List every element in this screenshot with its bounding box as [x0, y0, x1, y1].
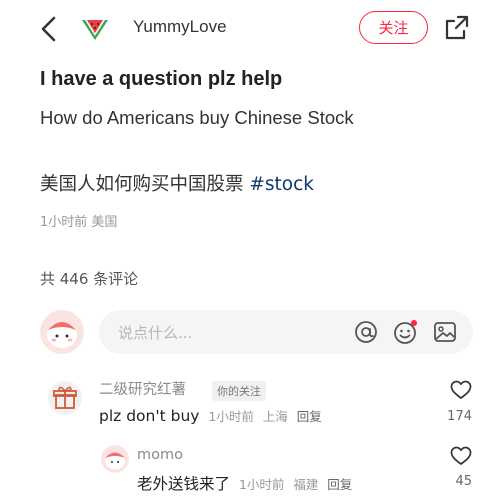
post-body-line-chinese: 美国人如何购买中国股票 #stock [40, 170, 314, 196]
post-title: I have a question plz help [40, 68, 283, 90]
comment-count: 共 446 条评论 [40, 270, 139, 288]
like-count: 45 [455, 474, 472, 489]
comment-time: 1小时前 [238, 477, 285, 492]
post-body-line-english: How do Americans buy Chinese Stock [40, 107, 354, 128]
following-tag: 你的关注 [212, 381, 266, 401]
gift-icon [53, 386, 77, 409]
my-avatar [40, 310, 84, 354]
commenter-name[interactable]: momo [137, 447, 183, 463]
comment-location: 上海 [262, 409, 288, 424]
reply-button[interactable]: 回复 [327, 477, 352, 492]
follow-button[interactable]: 关注 [359, 11, 428, 44]
hashtag-stock-link[interactable]: #stock [249, 174, 314, 195]
author-name[interactable]: YummyLove [133, 17, 227, 37]
emoji-icon[interactable] [392, 319, 418, 345]
image-icon[interactable] [432, 319, 458, 345]
post-meta: 1小时前 美国 [40, 215, 118, 230]
comment-text: 老外送钱来了 1小时前 福建 回复 [137, 472, 352, 494]
chevron-left-icon[interactable] [34, 12, 64, 46]
post-header: YummyLove 关注 [0, 0, 500, 56]
heart-icon[interactable] [450, 380, 472, 400]
heart-icon[interactable] [450, 446, 472, 466]
commenter-name[interactable]: 二级研究红薯 [99, 378, 186, 399]
comment-input-placeholder: 说点什么... [118, 324, 193, 342]
commenter-avatar[interactable] [48, 381, 82, 415]
commenter-avatar[interactable] [101, 445, 129, 473]
comment-body: 老外送钱来了 [137, 475, 231, 493]
comment-input[interactable]: 说点什么... [99, 310, 473, 354]
comment-text: plz don't buy 1小时前 上海 回复 [99, 406, 322, 425]
comment-time: 1小时前 [208, 409, 254, 424]
comment-location: 福建 [293, 477, 319, 492]
comment-body: plz don't buy [99, 407, 200, 425]
at-icon[interactable] [353, 319, 379, 345]
watermelon-avatar[interactable] [80, 12, 110, 42]
post-body-chinese-text: 美国人如何购买中国股票 [40, 174, 244, 195]
share-icon[interactable] [444, 14, 470, 42]
like-count: 174 [447, 409, 472, 424]
reply-button[interactable]: 回复 [297, 409, 322, 424]
